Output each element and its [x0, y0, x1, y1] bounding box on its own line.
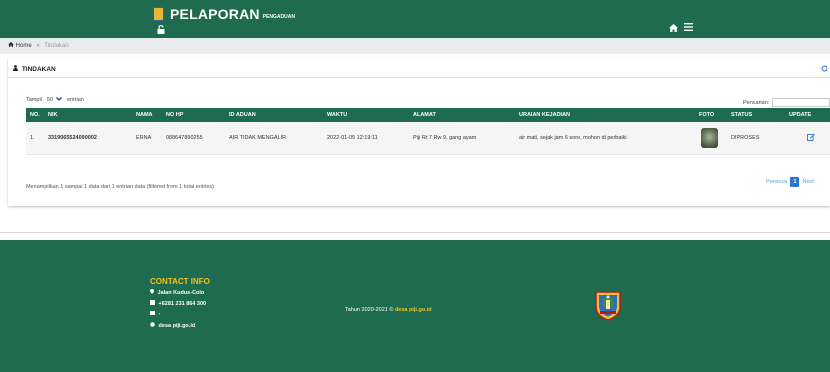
column-header[interactable]: STATUS	[727, 108, 785, 122]
tindakan-table: NO. NIK NAMA NO HP ID ADUAN WAKTU ALAMAT…	[26, 108, 830, 155]
entries-label: entrian	[67, 97, 84, 103]
cell-alamat: Piji Rt 7 Rw 9, gang ayam	[409, 122, 515, 155]
cell-uraian: air mati, sejak jam 6 sore, mohon di per…	[515, 122, 695, 155]
phone-icon	[150, 300, 157, 307]
breadcrumb-current: Tindakan	[44, 43, 69, 49]
page-length-select[interactable]: 50	[45, 97, 64, 103]
column-header[interactable]: URAIAN KEJADIAN	[515, 108, 695, 122]
panel-divider	[8, 77, 830, 78]
column-header[interactable]: FOTO	[695, 108, 727, 122]
pagination-next[interactable]: Next	[802, 179, 813, 185]
home-icon[interactable]	[669, 24, 678, 34]
column-header[interactable]: NO HP	[162, 108, 225, 122]
cell-update	[785, 122, 830, 155]
cell-no-hp: 088647890255	[162, 122, 225, 155]
user-icon	[13, 65, 20, 73]
globe-icon	[150, 322, 157, 329]
page-length-value: 50	[46, 97, 54, 103]
column-header[interactable]: NAMA	[132, 108, 162, 122]
cell-no: 1.	[26, 122, 44, 155]
brand-logo	[153, 7, 164, 21]
panel-title-text: TINDAKAN	[21, 66, 56, 73]
cell-nik: 3319065524090002	[44, 122, 132, 155]
contact-website: desa piji.go.id	[150, 322, 195, 329]
column-header[interactable]: WAKTU	[323, 108, 409, 122]
breadcrumb-home-icon[interactable]	[8, 42, 16, 49]
footer: CONTACT INFO Jalan Kudus-Colo +6281 231 …	[0, 240, 830, 372]
column-header[interactable]: NIK	[44, 108, 132, 122]
envelope-icon	[150, 311, 157, 317]
search-label: Pencarian:	[743, 99, 770, 106]
footer-divider	[0, 232, 830, 233]
contact-website-text[interactable]: desa piji.go.id	[159, 323, 196, 329]
copyright-site-link[interactable]: desa piji.go.id	[395, 307, 432, 313]
panel-title: TINDAKAN	[13, 65, 56, 73]
report-photo[interactable]	[701, 127, 718, 148]
column-header[interactable]: NO.	[26, 108, 44, 122]
search-input[interactable]	[772, 98, 830, 107]
cell-id-aduan: AIR TIDAK MENGALIR	[225, 122, 323, 155]
contact-email: -	[150, 311, 160, 317]
breadcrumb-home[interactable]: Home	[16, 43, 32, 49]
map-marker-icon	[150, 289, 156, 296]
pagination-previous[interactable]: Previous	[766, 179, 787, 185]
bars-icon[interactable]	[684, 23, 693, 34]
table-row: 1. 3319065524090002 ERNA 088647890255 AI…	[26, 122, 830, 155]
cell-waktu: 2022-01-05 12:19:11	[323, 122, 409, 155]
cell-status: DIPROSES	[727, 122, 785, 155]
contact-address: Jalan Kudus-Colo	[150, 289, 204, 296]
column-header[interactable]: ID ADUAN	[225, 108, 323, 122]
search-control: Pencarian:	[743, 98, 830, 107]
cell-foto	[695, 122, 727, 155]
chevron-down-icon	[56, 97, 62, 103]
table-info: Menampilkan 1 sampai 1 data dari 1 entri…	[26, 184, 215, 190]
show-label: Tampil	[26, 97, 42, 103]
top-navbar: PELAPORAN PENGADUAN	[0, 0, 830, 38]
contact-email-text: -	[158, 311, 161, 317]
column-header[interactable]: UPDATE	[785, 108, 830, 122]
breadcrumb-separator: »	[36, 43, 40, 49]
page-length-control: Tampil 50 entrian	[26, 97, 84, 103]
column-header[interactable]: ALAMAT	[409, 108, 515, 122]
contact-address-text: Jalan Kudus-Colo	[157, 290, 205, 296]
breadcrumb: Home » Tindakan	[0, 38, 830, 54]
contact-phone-text: +6281 231 864 300	[158, 301, 207, 307]
pagination-current[interactable]: 1	[790, 177, 800, 187]
refresh-icon[interactable]	[821, 65, 828, 74]
contact-phone: +6281 231 864 300	[150, 300, 206, 307]
brand-subtitle: PENGADUAN	[262, 13, 295, 20]
table-header-row: NO. NIK NAMA NO HP ID ADUAN WAKTU ALAMAT…	[26, 108, 830, 122]
copyright-text: Tahun 2020-2021 ©	[345, 307, 394, 313]
edit-icon[interactable]	[807, 133, 815, 143]
cell-nama: ERNA	[132, 122, 162, 155]
tindakan-panel: TINDAKAN Tampil 50 entrian Pencarian: NO…	[8, 58, 830, 206]
unlock-icon[interactable]	[157, 24, 165, 36]
regency-emblem	[595, 291, 621, 321]
brand[interactable]: PELAPORAN PENGADUAN	[153, 6, 295, 22]
copyright: Tahun 2020-2021 © desa piji.go.id	[345, 307, 432, 313]
contact-title: CONTACT INFO	[150, 277, 210, 286]
pagination: Previous 1 Next	[766, 177, 814, 187]
brand-title: PELAPORAN	[170, 6, 260, 22]
